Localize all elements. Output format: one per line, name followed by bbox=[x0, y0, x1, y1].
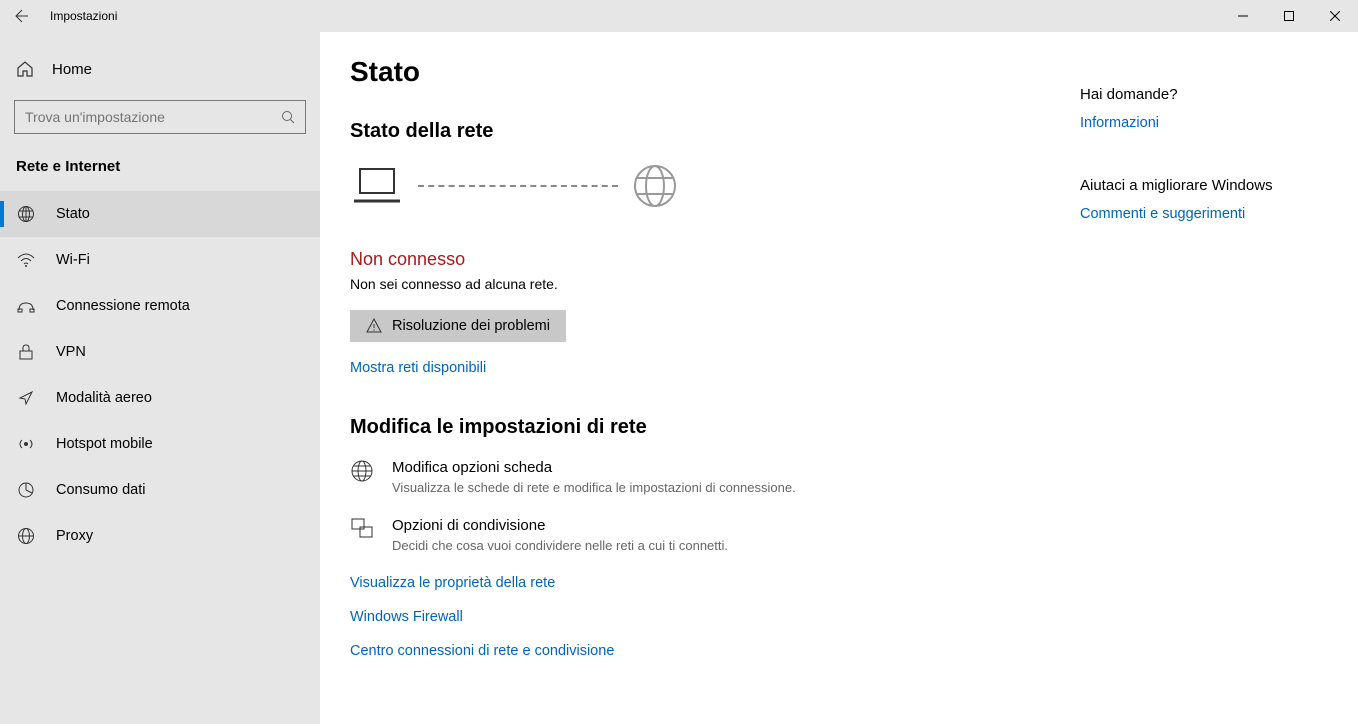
home-label: Home bbox=[52, 61, 92, 78]
sidebar-item-airplane[interactable]: Modalità aereo bbox=[0, 375, 320, 421]
sidebar-label: Wi-Fi bbox=[56, 252, 90, 268]
minimize-icon bbox=[1238, 11, 1248, 21]
maximize-icon bbox=[1284, 11, 1294, 21]
home-button[interactable]: Home bbox=[0, 46, 320, 92]
sidebar-item-datausage[interactable]: Consumo dati bbox=[0, 467, 320, 513]
sharing-center-link[interactable]: Centro connessioni di rete e condivision… bbox=[350, 643, 1050, 659]
search-field[interactable] bbox=[25, 109, 281, 125]
connection-status-desc: Non sei connesso ad alcuna rete. bbox=[350, 276, 1050, 292]
wifi-icon bbox=[16, 250, 36, 270]
connection-status: Non connesso bbox=[350, 249, 1050, 270]
page-title: Stato bbox=[350, 56, 1050, 88]
troubleshoot-button[interactable]: Risoluzione dei problemi bbox=[350, 310, 566, 342]
sidebar-label: Hotspot mobile bbox=[56, 436, 153, 452]
sidebar-label: Proxy bbox=[56, 528, 93, 544]
globe-icon bbox=[632, 163, 678, 209]
sidebar-label: Consumo dati bbox=[56, 482, 145, 498]
sidebar-label: Connessione remota bbox=[56, 298, 190, 314]
search-icon bbox=[281, 110, 295, 124]
show-networks-link[interactable]: Mostra reti disponibili bbox=[350, 360, 1050, 376]
troubleshoot-label: Risoluzione dei problemi bbox=[392, 318, 550, 334]
close-button[interactable] bbox=[1312, 0, 1358, 32]
sidebar-item-wifi[interactable]: Wi-Fi bbox=[0, 237, 320, 283]
questions-heading: Hai domande? bbox=[1080, 86, 1326, 103]
status-icon bbox=[16, 204, 36, 224]
sidebar-item-vpn[interactable]: VPN bbox=[0, 329, 320, 375]
back-button[interactable] bbox=[0, 0, 44, 32]
sharing-icon bbox=[350, 517, 374, 541]
adapter-desc: Visualizza le schede di rete e modifica … bbox=[392, 480, 796, 495]
search-input[interactable] bbox=[14, 100, 306, 134]
sidebar-item-status[interactable]: Stato bbox=[0, 191, 320, 237]
help-link[interactable]: Informazioni bbox=[1080, 115, 1326, 131]
section-title: Rete e Internet bbox=[0, 150, 320, 191]
change-settings-heading: Modifica le impostazioni di rete bbox=[350, 416, 1050, 439]
sharing-options-row[interactable]: Opzioni di condivisione Decidi che cosa … bbox=[350, 517, 1050, 553]
sidebar-item-dialup[interactable]: Connessione remota bbox=[0, 283, 320, 329]
window-title: Impostazioni bbox=[44, 9, 117, 23]
maximize-button[interactable] bbox=[1266, 0, 1312, 32]
status-heading: Stato della rete bbox=[350, 120, 1050, 143]
feedback-link[interactable]: Commenti e suggerimenti bbox=[1080, 206, 1326, 222]
proxy-icon bbox=[16, 526, 36, 546]
feedback-heading: Aiutaci a migliorare Windows bbox=[1080, 177, 1326, 194]
connection-line bbox=[418, 185, 618, 187]
vpn-icon bbox=[16, 342, 36, 362]
adapter-title: Modifica opzioni scheda bbox=[392, 459, 796, 476]
minimize-button[interactable] bbox=[1220, 0, 1266, 32]
hotspot-icon bbox=[16, 434, 36, 454]
sidebar: Home Rete e Internet Stato Wi-Fi Conness… bbox=[0, 32, 320, 724]
sharing-desc: Decidi che cosa vuoi condividere nelle r… bbox=[392, 538, 728, 553]
network-diagram bbox=[350, 163, 1050, 209]
firewall-link[interactable]: Windows Firewall bbox=[350, 609, 1050, 625]
sidebar-label: Stato bbox=[56, 206, 90, 222]
adapter-options-row[interactable]: Modifica opzioni scheda Visualizza le sc… bbox=[350, 459, 1050, 495]
adapter-icon bbox=[350, 459, 374, 483]
airplane-icon bbox=[16, 388, 36, 408]
back-arrow-icon bbox=[14, 8, 30, 24]
close-icon bbox=[1330, 11, 1340, 21]
dialup-icon bbox=[16, 296, 36, 316]
datausage-icon bbox=[16, 480, 36, 500]
view-properties-link[interactable]: Visualizza le proprietà della rete bbox=[350, 575, 1050, 591]
home-icon bbox=[16, 60, 34, 78]
sidebar-item-hotspot[interactable]: Hotspot mobile bbox=[0, 421, 320, 467]
laptop-icon bbox=[350, 165, 404, 207]
sidebar-label: Modalità aereo bbox=[56, 390, 152, 406]
warning-icon bbox=[366, 318, 382, 334]
sidebar-label: VPN bbox=[56, 344, 86, 360]
sidebar-item-proxy[interactable]: Proxy bbox=[0, 513, 320, 559]
sharing-title: Opzioni di condivisione bbox=[392, 517, 728, 534]
